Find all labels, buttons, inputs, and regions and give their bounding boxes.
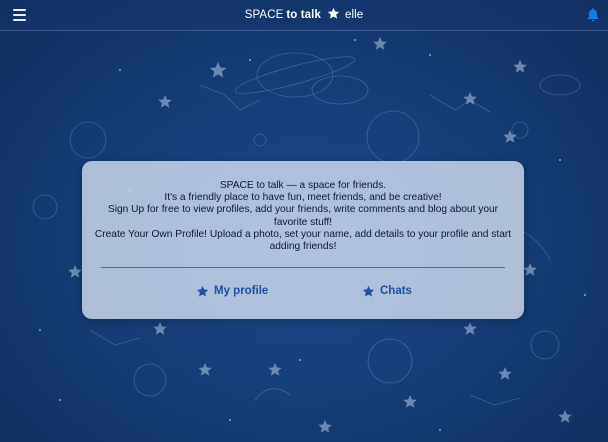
welcome-text: SPACE to talk — a space for friends. It'… (92, 180, 514, 253)
my-profile-link[interactable]: My profile (196, 282, 268, 300)
star-icon (362, 285, 375, 297)
bell-icon[interactable] (586, 7, 600, 22)
chats-link[interactable]: Chats (362, 282, 412, 300)
welcome-line-1: SPACE to talk — a space for friends. (219, 180, 387, 191)
brand-space-text: SPACE (244, 9, 284, 21)
brand-star-icon (327, 7, 340, 27)
chats-label: Chats (380, 285, 412, 297)
my-profile-label: My profile (214, 285, 269, 297)
card-divider (101, 267, 505, 268)
welcome-card: SPACE to talk — a space for friends. It'… (82, 161, 524, 319)
app-title: SPACE to talk elle (0, 5, 608, 25)
top-navigation-bar: SPACE to talk elle (0, 0, 608, 31)
welcome-line-2: It's a friendly place to have fun, meet … (164, 192, 442, 204)
username-label[interactable]: elle (345, 9, 363, 21)
star-icon (196, 285, 209, 297)
welcome-line-4: Create Your Own Profile! Upload a photo,… (94, 228, 512, 253)
welcome-line-3: Sign Up for free to view profiles, add y… (107, 204, 499, 228)
brand-to-talk-text: to talk (286, 9, 321, 21)
